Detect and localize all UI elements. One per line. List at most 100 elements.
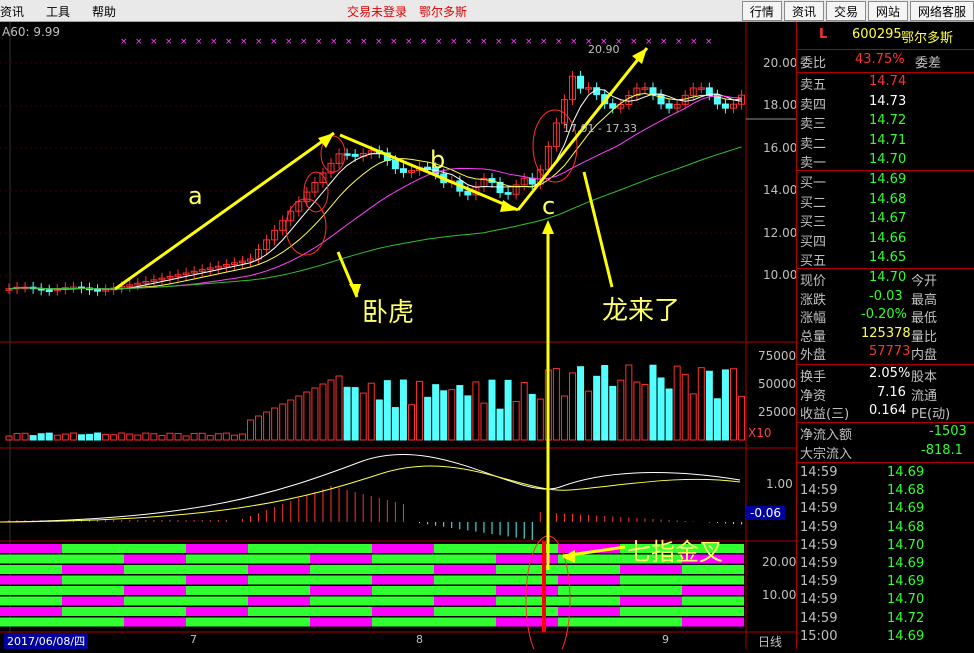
quote-row: 净资 7.16 流通 — [797, 385, 974, 404]
volume-bar — [617, 379, 625, 441]
tick-price: 14.70 — [887, 592, 925, 608]
signal-marker: × — [210, 37, 218, 47]
quote-row: 14:59 14.69 — [797, 465, 974, 484]
kdj-strip — [310, 554, 372, 564]
kdj-strip — [186, 596, 248, 606]
volume-bar — [118, 432, 126, 441]
kdj-strip — [372, 565, 434, 574]
menu-news[interactable]: 资讯 — [0, 3, 24, 20]
stat-label: 股本 — [911, 370, 938, 385]
annotation-a: a — [188, 182, 203, 210]
bid-label: 买三 — [800, 215, 827, 230]
volume-bar — [37, 433, 45, 441]
stat-label: 最低 — [911, 311, 938, 326]
btn-info[interactable]: 资讯 — [783, 1, 824, 21]
tick-time: 14:59 — [800, 501, 838, 517]
signal-marker: × — [390, 37, 398, 47]
weibi-label: 委比 — [800, 56, 827, 71]
kdj-strip — [186, 586, 248, 595]
kdj-strip — [248, 617, 310, 627]
signal-marker: × — [510, 37, 518, 47]
annotation-wohu: 卧虎 — [362, 298, 415, 328]
kdj-strip — [186, 554, 248, 564]
signal-marker: × — [420, 37, 428, 47]
volume-bar — [359, 392, 367, 441]
btn-trade[interactable]: 交易 — [825, 1, 866, 21]
tick-price: 14.69 — [887, 465, 925, 480]
kdj-strip — [558, 596, 620, 606]
menu-help[interactable]: 帮助 — [92, 3, 116, 20]
kdj-strip — [0, 554, 62, 564]
signal-marker: × — [660, 37, 668, 47]
quote-row: 净流入额 -1503 — [797, 424, 974, 443]
tick-time: 14:59 — [800, 556, 838, 571]
quote-row: 买一 14.69 — [797, 172, 974, 191]
volume-bar — [214, 433, 222, 441]
menu-tools[interactable]: 工具 — [46, 3, 70, 20]
kdj-strip — [186, 565, 248, 574]
candle-body — [391, 159, 399, 170]
kdj-strip — [124, 586, 186, 595]
annotation-qizhi: 七指金叉 — [627, 538, 723, 566]
kdj-strip — [248, 607, 310, 616]
bid-label: 买五 — [800, 254, 827, 269]
quote-row: 卖三 14.72 — [797, 113, 974, 132]
volume-bar — [697, 367, 705, 441]
btn-quotes[interactable]: 行情 — [741, 1, 782, 21]
stat-value: 57773 — [869, 344, 911, 359]
kdj-strip — [372, 596, 434, 606]
ask-price: 14.73 — [869, 93, 907, 109]
signal-marker: × — [120, 37, 128, 47]
ask-label: 卖一 — [800, 156, 827, 171]
kdj-strip — [558, 575, 620, 585]
volume-bar — [569, 372, 576, 441]
tick-price: 14.69 — [887, 501, 925, 517]
macd-dif — [0, 453, 741, 523]
stat-label: 今开 — [911, 274, 938, 289]
kdj-strip — [186, 617, 248, 627]
quote-row: 卖四 14.73 — [797, 94, 974, 113]
volume-bar — [552, 368, 560, 441]
signal-marker: × — [180, 37, 188, 47]
btn-website[interactable]: 网站 — [867, 1, 908, 21]
stat-value: 2.05% — [869, 366, 911, 381]
ask-price: 14.70 — [869, 152, 907, 167]
stat-value: -0.03 — [869, 288, 903, 304]
kdj-strip — [186, 544, 248, 553]
kdj-strip — [372, 586, 434, 595]
kdj-strip — [620, 575, 682, 585]
quote-row: 买四 14.66 — [797, 231, 974, 250]
btn-support[interactable]: 网络客服 — [909, 1, 974, 21]
kdj-strip — [620, 607, 682, 616]
candle-body — [577, 75, 585, 89]
volume-bar — [673, 365, 681, 441]
volume-bar — [408, 404, 415, 441]
price-tick: 16.00 — [763, 141, 798, 155]
volume-bar — [713, 398, 721, 441]
kdj-strip — [310, 607, 372, 616]
kdj-strip — [434, 617, 496, 627]
signal-marker: × — [225, 37, 233, 47]
flow-value: -1503 — [929, 424, 967, 439]
kdj-strip — [0, 617, 62, 627]
bid-price: 14.69 — [869, 172, 907, 187]
kdj-strip — [434, 607, 496, 616]
period-button[interactable]: 日线 — [758, 633, 782, 650]
kdj-strip — [558, 607, 620, 616]
ask-label: 卖四 — [800, 97, 827, 113]
kline-chart-area[interactable]: × × × × × × × × × × × × × × × × × × × × × × × × × × × × × × × × × × × × × × × ×… — [0, 22, 798, 653]
signal-marker: × — [645, 37, 653, 47]
signal-marker: × — [375, 37, 383, 47]
volume-bar — [142, 432, 150, 441]
quote-row: 买五 14.65 — [797, 250, 974, 269]
kdj-strip — [372, 544, 434, 553]
bid-label: 买一 — [800, 176, 827, 191]
kdj-strip — [186, 607, 248, 616]
signal-marker: × — [330, 37, 338, 47]
volume-bar — [311, 387, 319, 441]
kdj-strip — [682, 617, 744, 627]
kdj-strip — [0, 565, 62, 574]
kdj-strip — [434, 544, 496, 553]
kdj-strip — [620, 596, 682, 606]
stat-label: 总量 — [800, 329, 827, 345]
